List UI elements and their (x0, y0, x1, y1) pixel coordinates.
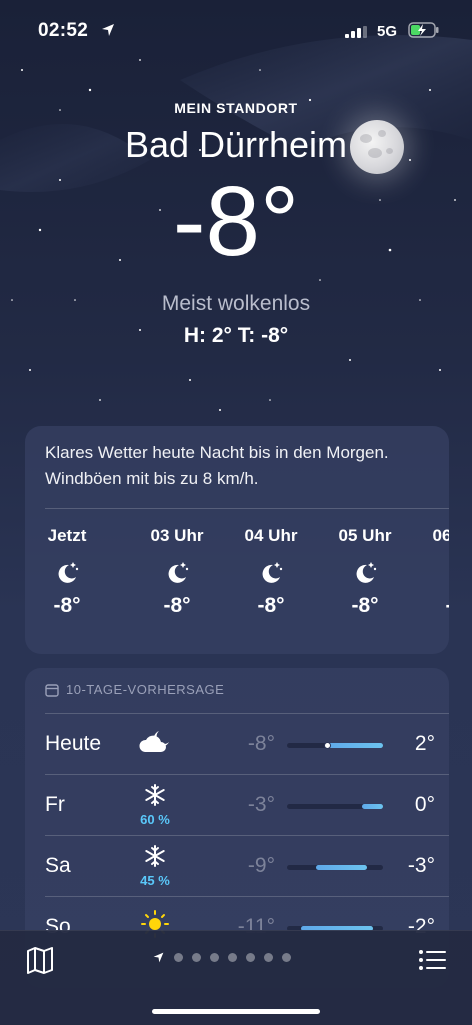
location-arrow-icon (102, 24, 114, 36)
hour-temp: -8° (163, 594, 191, 617)
day-label: Fr (45, 793, 65, 816)
hour-label: 05 Uhr (338, 526, 392, 545)
map-icon[interactable] (24, 945, 56, 975)
snowflake-icon (145, 845, 165, 867)
forecast-summary: Klares Wetter heute Nacht bis in den Mor… (45, 443, 389, 488)
condition-text: Meist wolkenlos (161, 292, 311, 315)
card-divider (45, 508, 449, 509)
temp-range-fill (361, 804, 383, 809)
status-bar: 02:52 5G (0, 0, 472, 60)
high-low-text: H: 2° T: -8° (183, 324, 289, 347)
temp-range-fill (315, 865, 367, 870)
temp-range-bar (287, 804, 383, 809)
cloud-moon-icon (139, 731, 169, 752)
cellular-signal-icon (345, 26, 367, 38)
hour-label: 06 Uhr (432, 526, 449, 545)
precipitation-probability: 60 % (140, 812, 170, 827)
home-indicator (152, 1009, 320, 1014)
high-temp: -3° (407, 854, 435, 877)
hourly-scroll[interactable]: Jetzt -8° 03 Uhr -8° 04 Uhr -8° 05 Uhr -… (25, 526, 449, 646)
page-dot (246, 953, 255, 962)
location-arrow-icon (153, 952, 164, 963)
page-dot (228, 953, 237, 962)
low-temp: -8° (247, 732, 275, 755)
hour-label: 04 Uhr (244, 526, 298, 545)
page-indicator[interactable] (152, 951, 291, 964)
hourly-forecast-card[interactable]: Klares Wetter heute Nacht bis in den Mor… (25, 426, 449, 654)
temp-range-bar (287, 865, 383, 870)
hour-temp: -8° (257, 594, 285, 617)
low-temp: -9° (247, 854, 275, 877)
current-temperature: -8° (172, 166, 300, 276)
hour-item: 03 Uhr -8° (132, 526, 222, 618)
list-icon[interactable] (416, 945, 448, 975)
low-temp: -3° (247, 793, 275, 816)
forecast-row[interactable]: Fr 60 % -3° 0° (25, 775, 449, 835)
moon-stars-icon (445, 558, 449, 586)
forecast-header: 10-TAGE-VORHERSAGE (45, 682, 224, 697)
bottom-toolbar (0, 930, 472, 1025)
hour-label: Jetzt (47, 526, 87, 545)
hour-item: Jetzt -8° (25, 526, 112, 618)
hour-item: 05 Uhr -8° (320, 526, 410, 618)
network-type: 5G (377, 23, 398, 40)
moon-stars-icon (356, 562, 377, 583)
hour-item: 06 Uhr -8° (414, 526, 449, 618)
forecast-row[interactable]: Sa 45 % -9° -3° (25, 836, 449, 896)
day-label: Heute (45, 732, 102, 755)
location-label: MEIN STANDORT (174, 100, 298, 116)
moon-stars-icon (262, 562, 283, 583)
hour-item: 04 Uhr -8° (226, 526, 316, 618)
forecast-row[interactable]: Heute -8° 2° (25, 714, 449, 774)
status-time: 02:52 (38, 20, 89, 41)
temp-range-fill (327, 743, 383, 748)
temp-range-bar (287, 742, 383, 749)
precipitation-probability: 45 % (140, 873, 170, 888)
hour-temp: -8° (351, 594, 379, 617)
page-dot (264, 953, 273, 962)
moon-stars-icon (58, 562, 79, 583)
battery-charging-icon (408, 22, 439, 38)
day-label: Sa (45, 854, 71, 877)
high-temp: 2° (414, 732, 435, 755)
page-dot (210, 953, 219, 962)
high-temp: 0° (414, 793, 435, 816)
snowflake-icon (145, 784, 165, 806)
moon-stars-icon (168, 562, 189, 583)
hour-temp: -8° (53, 594, 81, 617)
page-dot (282, 953, 291, 962)
page-dot (192, 953, 201, 962)
hour-label: 03 Uhr (150, 526, 204, 545)
city-name: Bad Dürrheim (124, 124, 348, 165)
forecast-title: 10-TAGE-VORHERSAGE (66, 682, 225, 697)
page-dot (174, 953, 183, 962)
hour-temp: -8° (414, 594, 449, 618)
calendar-icon (45, 683, 59, 697)
